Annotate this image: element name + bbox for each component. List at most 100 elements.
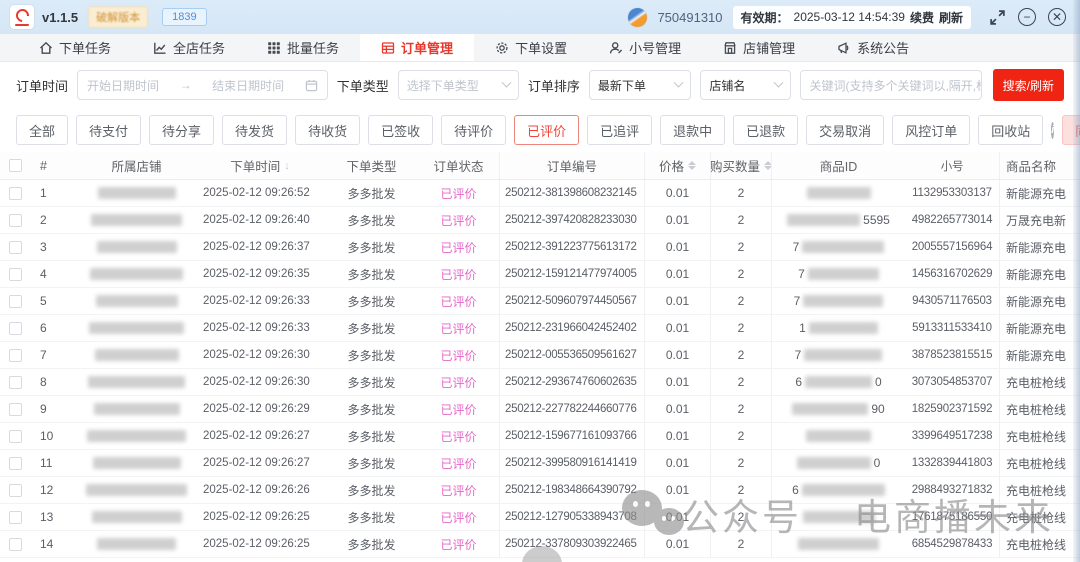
nav-item-1[interactable]: 下单任务 [18,34,132,61]
product-name: 充电桩枪线 [1000,504,1080,530]
column-header-qty[interactable]: 购买数量 [711,152,772,179]
order-type: 多多批发 [325,504,418,530]
select-all-checkbox[interactable] [9,159,22,172]
order-time: 2025-02-12 09:26:30 [195,342,325,368]
info-icon[interactable]: i [1051,122,1054,139]
status-tab[interactable]: 待支付 [76,115,141,145]
sub-account: 9430571176503 [905,288,1000,314]
product-name: 新能源充电 [1000,342,1080,368]
avatar[interactable] [628,8,647,27]
close-button[interactable]: ✕ [1048,8,1066,26]
row-index: 3 [30,234,78,260]
row-index: 14 [30,531,78,557]
date-start-placeholder[interactable]: 开始日期时间 [87,77,159,94]
status-tab[interactable]: 待评价 [441,115,506,145]
minimize-button[interactable]: − [1018,8,1036,26]
price: 0.01 [645,342,711,368]
order-status: 已评价 [418,369,500,395]
price: 0.01 [645,531,711,557]
quantity: 2 [711,342,772,368]
row-index: 9 [30,396,78,422]
sort-caret-icon[interactable] [764,161,772,170]
table-row: 92025-02-12 09:26:29多多批发已评价250212-227782… [0,396,1080,423]
chevron-down-icon [501,77,511,87]
nav-item-2[interactable]: 全店任务 [132,34,246,61]
status-tab[interactable]: 退款中 [660,115,725,145]
keyword-input[interactable]: 关键词(支持多个关键词以,隔开,标注模糊的不 [800,70,981,100]
status-tab[interactable]: 待收货 [295,115,360,145]
row-index: 13 [30,504,78,530]
status-tab[interactable]: 已追评 [587,115,652,145]
store-name-masked [97,538,176,550]
row-checkbox[interactable] [9,295,22,308]
order-sort-select[interactable]: 最新下单 [589,70,691,100]
date-range-input[interactable]: 开始日期时间 → 结束日期时间 [77,70,328,100]
sort-caret-icon[interactable] [688,161,696,170]
store-name-masked [86,484,187,496]
product-name: 充电桩枪线 [1000,369,1080,395]
table-row: 22025-02-12 09:26:40多多批发已评价250212-397420… [0,207,1080,234]
nav-item-6[interactable]: 小号管理 [588,34,702,61]
refresh-link[interactable]: 刷新 [939,9,963,26]
nav-item-3[interactable]: 批量任务 [246,34,360,61]
order-status: 已评价 [418,342,500,368]
order-status: 已评价 [418,504,500,530]
nav-item-8[interactable]: 系统公告 [816,34,930,61]
sort-descending-icon[interactable]: ↓ [284,160,290,172]
quantity: 2 [711,504,772,530]
nav-item-4[interactable]: 订单管理 [360,34,474,61]
row-checkbox[interactable] [9,349,22,362]
sub-account: 1332839441803 [905,450,1000,476]
row-index: 4 [30,261,78,287]
order-type: 多多批发 [325,207,418,233]
sync-order-details-button[interactable]: 同步订单详情 [1062,115,1080,145]
row-checkbox[interactable] [9,241,22,254]
status-tab[interactable]: 待发货 [222,115,287,145]
search-field-select[interactable]: 店铺名 [700,70,791,100]
row-checkbox[interactable] [9,214,22,227]
order-sort-label: 订单排序 [528,76,580,95]
row-checkbox[interactable] [9,538,22,551]
store-name-masked [87,430,186,442]
status-tab[interactable]: 全部 [16,115,68,145]
row-checkbox[interactable] [9,511,22,524]
nav-item-5[interactable]: 下单设置 [474,34,588,61]
row-index: 6 [30,315,78,341]
row-checkbox[interactable] [9,322,22,335]
row-checkbox[interactable] [9,268,22,281]
column-header-time[interactable]: 下单时间↓ [195,152,325,179]
search-refresh-button[interactable]: 搜索/刷新 [993,69,1064,101]
status-tab[interactable]: 回收站 [978,115,1043,145]
row-index: 2 [30,207,78,233]
nav-item-7[interactable]: 店铺管理 [702,34,816,61]
product-id-masked: 7 [772,342,905,368]
status-tab[interactable]: 待分享 [149,115,214,145]
order-number: 250212-198348664390792 [500,477,645,503]
row-checkbox[interactable] [9,484,22,497]
status-tab[interactable]: 已签收 [368,115,433,145]
nav-item-label: 订单管理 [401,38,453,57]
row-checkbox[interactable] [9,187,22,200]
status-tab[interactable]: 已退款 [733,115,798,145]
app-logo [10,5,34,29]
status-tab[interactable]: 交易取消 [806,115,884,145]
store-name-masked [96,295,178,307]
date-end-placeholder[interactable]: 结束日期时间 [212,77,284,94]
store-name-masked [90,268,183,280]
status-tab[interactable]: 已评价 [514,115,579,145]
renew-link[interactable]: 续费 [910,9,934,26]
nav-item-label: 店铺管理 [743,38,795,57]
row-checkbox[interactable] [9,430,22,443]
table-row: 112025-02-12 09:26:27多多批发已评价250212-39958… [0,450,1080,477]
row-checkbox[interactable] [9,376,22,389]
store-name-masked [94,403,180,415]
product-name: 充电桩枪线 [1000,477,1080,503]
version-type-badge: 破解版本 [88,6,148,28]
fullscreen-icon[interactable] [989,9,1006,26]
row-checkbox[interactable] [9,403,22,416]
row-checkbox[interactable] [9,457,22,470]
user-icon [609,41,623,55]
column-header-price[interactable]: 价格 [645,152,711,179]
order-type-select[interactable]: 选择下单类型 [398,70,519,100]
status-tab[interactable]: 风控订单 [892,115,970,145]
